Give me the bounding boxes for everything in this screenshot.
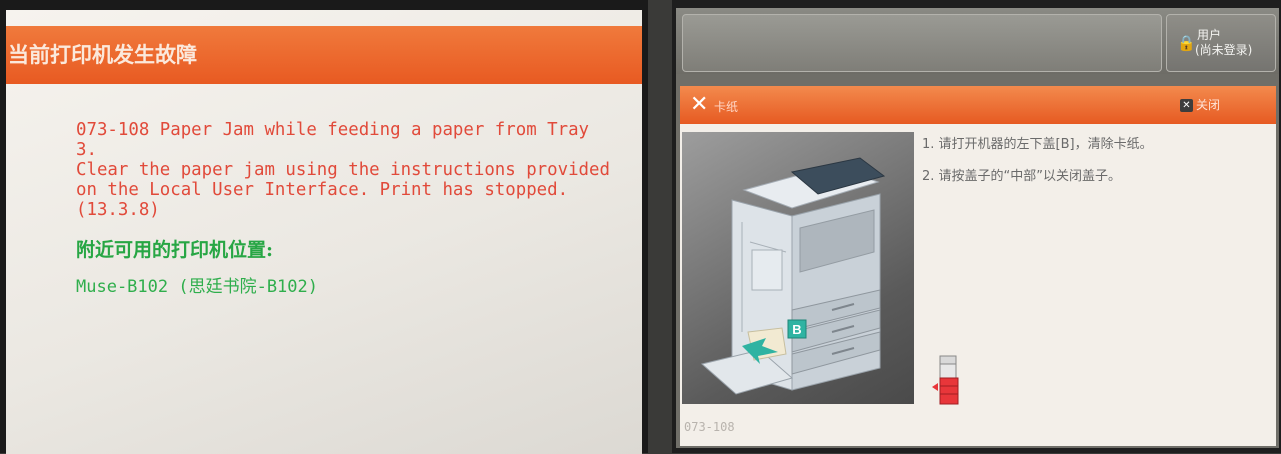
close-button-label: 关闭	[1196, 98, 1221, 112]
status-screen-display: 当前打印机发生故障 073-108 Paper Jam while feedin…	[6, 10, 642, 454]
instruction-step: 2. 请按盖子的“中部”以关闭盖子。	[922, 169, 1122, 184]
instruction-list: 1. 请打开机器的左下盖[B]，清除卡纸。 2. 请按盖子的“中部”以关闭盖子。	[922, 136, 1262, 200]
printer-control-panel: 🔒 用户 (尚未登录) ✕ 卡纸 ✕ 关闭 B 1. 请打开机器的左下盖[B]，…	[672, 0, 1281, 453]
user-status: (尚未登录)	[1195, 43, 1253, 57]
cover-b-label: B	[792, 322, 801, 337]
close-button[interactable]: ✕ 关闭	[1180, 95, 1220, 115]
error-code: 073-108	[684, 420, 735, 434]
nearby-printers-heading: 附近可用的打印机位置:	[76, 239, 274, 261]
nearby-printer-item: Muse-B102 (思廷书院-B102)	[76, 277, 318, 297]
fault-header: 当前打印机发生故障	[6, 26, 642, 84]
device-location-icon	[932, 355, 959, 405]
message-area	[682, 14, 1162, 72]
error-message: 073-108 Paper Jam while feeding a paper …	[76, 120, 610, 220]
user-login-button[interactable]: 🔒 用户 (尚未登录)	[1166, 14, 1276, 72]
status-screen: 当前打印机发生故障 073-108 Paper Jam while feedin…	[0, 0, 648, 454]
top-bar: 🔒 用户 (尚未登录)	[676, 8, 1279, 74]
dialog-title: 卡纸	[714, 100, 739, 114]
printer-diagram: B	[700, 157, 886, 395]
printer-illustration: B	[682, 132, 914, 404]
instruction-step: 1. 请打开机器的左下盖[B]，清除卡纸。	[922, 137, 1153, 152]
panel-display: 🔒 用户 (尚未登录) ✕ 卡纸 ✕ 关闭 B 1. 请打开机器的左下盖[B]，…	[676, 8, 1279, 448]
paper-jam-dialog: ✕ 卡纸 ✕ 关闭 B 1. 请打开机器的左下盖[B]，清除卡纸。 2. 请按盖…	[680, 86, 1276, 446]
x-icon: ✕	[690, 92, 709, 117]
close-icon: ✕	[1180, 99, 1193, 112]
dialog-title-bar: ✕ 卡纸 ✕ 关闭	[680, 86, 1276, 124]
user-label: 用户	[1197, 28, 1222, 42]
user-lock-icon: 🔒	[1177, 34, 1196, 52]
